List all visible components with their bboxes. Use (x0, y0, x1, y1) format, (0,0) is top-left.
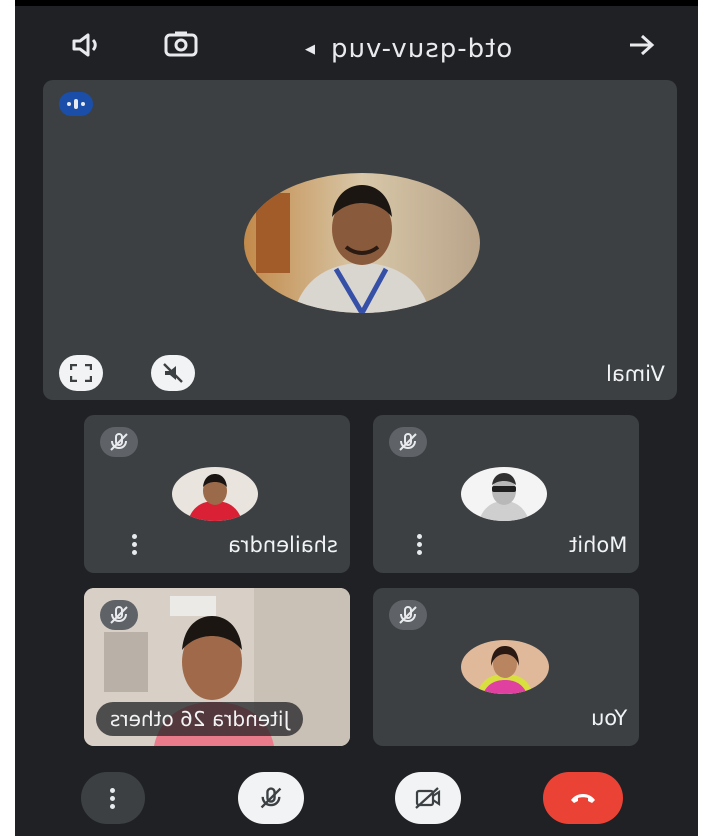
avatar (172, 467, 258, 521)
meeting-code-text: otd-qsuv-vuq (330, 34, 513, 64)
participant-name: Jitendra (211, 707, 289, 731)
participant-tile-shailendra[interactable]: shailendra (84, 415, 350, 573)
participant-name: Mohit (568, 533, 627, 557)
main-participant-tile[interactable]: Vimal (43, 80, 677, 400)
more-options-icon (110, 787, 116, 809)
speaking-indicator-icon (59, 92, 93, 116)
toggle-microphone-button[interactable] (238, 772, 304, 824)
avatar (244, 173, 480, 313)
mic-off-icon (260, 787, 282, 809)
speaker-icon[interactable] (67, 28, 105, 62)
mute-off-icon[interactable] (151, 355, 195, 391)
others-label: 26 others (110, 707, 206, 731)
top-bar: ◀ otd-qsuv-vuq (15, 6, 698, 80)
avatar (461, 467, 547, 521)
hang-up-icon (571, 794, 595, 803)
arrow-right-icon[interactable] (623, 28, 661, 62)
mic-off-icon (389, 427, 427, 457)
toggle-camera-button[interactable] (395, 772, 461, 824)
more-options-button[interactable] (81, 772, 145, 824)
others-chip[interactable]: 26 others Jitendra (96, 702, 303, 736)
meet-call-screen: ◀ otd-qsuv-vuq Vimal shailendra Mohit 26… (15, 0, 698, 836)
more-options-icon[interactable] (132, 534, 138, 555)
camera-off-icon (415, 787, 441, 809)
participant-tile-you[interactable]: You (373, 588, 639, 746)
participant-tile-jitendra[interactable]: 26 others Jitendra (84, 588, 350, 746)
meeting-code[interactable]: ◀ otd-qsuv-vuq (305, 32, 512, 66)
participant-name: You (590, 706, 627, 730)
participant-name: Vimal (606, 362, 665, 386)
fullscreen-icon[interactable] (59, 355, 103, 391)
mic-off-icon (100, 427, 138, 457)
avatar (461, 640, 549, 694)
more-options-icon[interactable] (417, 534, 423, 555)
participant-name: shailendra (228, 533, 338, 557)
participant-tile-mohit[interactable]: Mohit (373, 415, 639, 573)
mic-off-icon (389, 600, 427, 630)
mic-off-icon (100, 600, 138, 630)
caret-left-icon: ◀ (305, 41, 316, 57)
switch-camera-icon[interactable] (161, 26, 201, 62)
call-controls (15, 750, 698, 836)
end-call-button[interactable] (543, 772, 623, 824)
